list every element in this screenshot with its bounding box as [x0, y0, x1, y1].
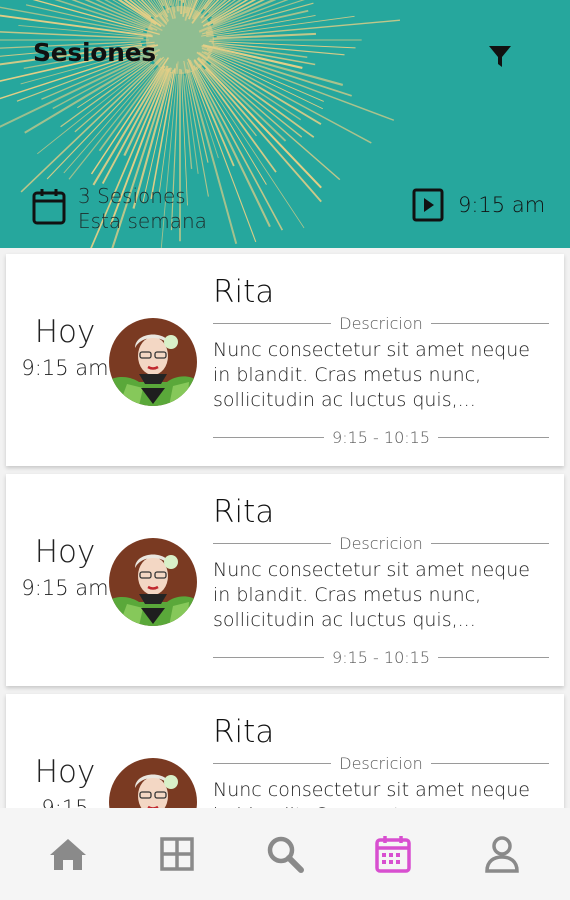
session-description: Nunc consectetur sit amet neque in bland…	[213, 559, 530, 631]
tab-calendar[interactable]	[363, 824, 423, 884]
avatar	[109, 538, 197, 626]
description-divider: Descricion	[213, 534, 549, 553]
home-icon	[50, 839, 87, 870]
session-client-name: Rita	[213, 494, 275, 530]
session-list[interactable]: Hoy 9:15 am Rita Descricion Nunc consect…	[0, 248, 570, 808]
session-card[interactable]: Hoy 9:15 am Rita Descricion Nunc consect…	[6, 254, 564, 466]
search-icon	[267, 836, 304, 873]
avatar	[109, 318, 197, 406]
calendar-icon	[32, 189, 66, 225]
tab-home[interactable]	[38, 824, 98, 884]
next-session[interactable]: 9:15 am	[412, 188, 545, 222]
session-time-range: 9:15 - 10:15	[332, 428, 430, 447]
bottom-tab-bar	[0, 808, 570, 900]
session-time-range: 9:15 - 10:15	[332, 648, 430, 667]
session-day: Hoy	[34, 754, 96, 790]
session-client-name: Rita	[213, 274, 275, 310]
description-label: Descricion	[339, 534, 423, 553]
session-time: 9:15	[41, 796, 89, 808]
session-time: 9:15 am	[21, 576, 109, 600]
session-description: Nunc consectetur sit amet neque in bland…	[213, 779, 530, 808]
session-time: 9:15 am	[21, 356, 109, 380]
tab-profile[interactable]	[472, 824, 532, 884]
sessions-period: Esta semana	[78, 209, 207, 233]
session-card[interactable]: Hoy 9:15 am Rita Descricion Nunc consect…	[6, 474, 564, 686]
user-icon	[484, 836, 519, 873]
session-day: Hoy	[34, 314, 96, 350]
calendar-icon	[375, 836, 412, 873]
session-card[interactable]: Hoy 9:15 Rita Descricion Nunc consectetu…	[6, 694, 564, 808]
header: Sesiones 3 Sesiones Esta semana 9:15 am	[0, 0, 570, 248]
filter-button[interactable]	[484, 40, 516, 72]
description-divider: Descricion	[213, 754, 549, 773]
time-range-divider: 9:15 - 10:15	[213, 648, 550, 667]
session-client-name: Rita	[213, 714, 275, 750]
sessions-count: 3 Sesiones	[78, 184, 186, 208]
page-title: Sesiones	[33, 38, 156, 67]
session-description: Nunc consectetur sit amet neque in bland…	[213, 339, 530, 411]
sessions-summary: 3 Sesiones Esta semana	[32, 184, 207, 234]
session-day: Hoy	[34, 534, 96, 570]
grid-icon	[159, 837, 194, 871]
description-label: Descricion	[339, 314, 423, 333]
description-label: Descricion	[339, 754, 423, 773]
next-session-time: 9:15 am	[458, 193, 546, 217]
time-range-divider: 9:15 - 10:15	[213, 428, 550, 447]
tab-grid[interactable]	[147, 824, 207, 884]
description-divider: Descricion	[213, 314, 549, 333]
play-icon	[412, 188, 444, 222]
tab-search[interactable]	[255, 824, 315, 884]
filter-icon	[489, 46, 511, 67]
